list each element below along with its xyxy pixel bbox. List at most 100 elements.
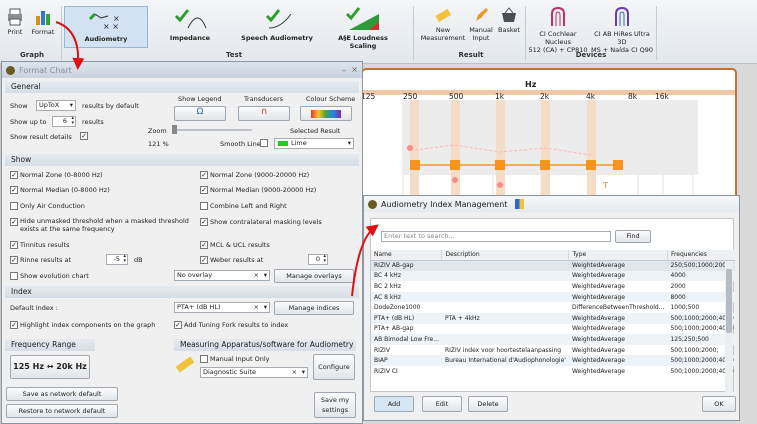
show-select[interactable]: UpToX ▾ (36, 100, 76, 111)
rinne-stepper[interactable]: -5 ▴ ▾ (106, 254, 128, 265)
weber-checkbox[interactable]: ✓ (200, 256, 208, 264)
weber-label: Weber results at (210, 256, 264, 264)
manage-overlays-button[interactable]: Manage overlays (274, 269, 354, 283)
edit-button[interactable]: Edit (422, 396, 462, 412)
only-air-conduction-checkbox[interactable] (10, 202, 18, 210)
hide-unmasked-checkbox[interactable]: ✓ (10, 218, 18, 226)
evolution-chart-checkbox[interactable] (10, 272, 18, 280)
frequency-range-button[interactable]: 125 Hz ↔ 20k Hz (10, 355, 90, 379)
index-panel: Enter text to search... Find Name Descri… (370, 218, 735, 392)
manage-indices-button[interactable]: Manage indices (274, 301, 354, 315)
add-tuning-label: Add Tuning Fork results to index (184, 321, 289, 329)
index-select[interactable]: PTA+ (dB HL) × ▾ (174, 302, 270, 313)
highlight-index-label: Highlight index components on the graph (20, 321, 156, 329)
results-default-label: results by default (82, 102, 139, 110)
save-network-default-button[interactable]: Save as network default (6, 387, 118, 401)
scrollbar-thumb[interactable] (726, 269, 732, 333)
smooth-lines-checkbox[interactable] (260, 139, 268, 147)
result-details-checkbox[interactable]: ✓ (80, 132, 88, 140)
zoom-slider-thumb[interactable] (172, 125, 177, 134)
tick-250: 250 (403, 92, 418, 101)
device-cochlear-button[interactable]: CI Cochlear Nucleus 512 (CA) + CP810 (528, 6, 588, 54)
ribbon-toolbar: Print Format Graph × × × Audiometry Imped… (0, 0, 757, 64)
loudness-scaling-label: A§E Loudness Scaling (338, 34, 388, 50)
evolution-chart-label: Show evolution chart (20, 272, 89, 280)
table-cell (442, 366, 569, 377)
table-row[interactable]: RIZIV CI WeightedAverage 500;1000;2000;400… (371, 366, 735, 377)
up-to-stepper[interactable]: 6 ▴ ▾ (52, 116, 76, 127)
stepper-arrows-icon: ▴ ▾ (123, 253, 126, 264)
section-frequency-range: Frequency Range (5, 339, 95, 351)
mcl-ucl-checkbox[interactable]: ✓ (200, 241, 208, 249)
app-logo-icon (368, 199, 377, 209)
speech-audiometry-button[interactable]: Speech Audiometry (232, 6, 322, 48)
format-label: Format (31, 28, 55, 36)
table-row[interactable]: PTA+ (dB HL) PTA + 4kHz WeightedAverage 500… (371, 312, 735, 324)
table-row[interactable]: AB Bimodal Low Fre... WeightedAverage 125;… (371, 334, 735, 345)
minimize-icon[interactable]: – (342, 66, 346, 75)
clear-icon: × (253, 303, 259, 311)
table-cell: PTA + 4kHz (441, 312, 569, 324)
format-window-title: Format Chart (19, 65, 72, 75)
print-button[interactable]: Print (4, 8, 26, 48)
save-my-settings-button[interactable]: Save my settings (314, 392, 356, 418)
table-row[interactable]: DodeZone1000 DifferenceBetweenThreshold..… (371, 302, 735, 313)
combine-left-right-checkbox[interactable] (200, 202, 208, 210)
table-row[interactable]: BIAP Bureau International d'Audiophonolog… (371, 355, 735, 366)
normal-median-0-8000-checkbox[interactable]: ✓ (10, 186, 18, 194)
colour-scheme-button[interactable] (300, 106, 352, 121)
table-row[interactable]: RIZIV RIZIV index voor hoortestelaanpassi… (371, 345, 735, 356)
overlay-select[interactable]: No overlay × ▾ (174, 270, 270, 281)
rinne-label: Rinne results at (20, 256, 72, 264)
format-button[interactable]: Format (30, 8, 56, 48)
audiometry-button[interactable]: × × × Audiometry (64, 6, 148, 48)
add-button[interactable]: Add (374, 396, 414, 412)
basket-button[interactable]: Basket (496, 6, 522, 48)
new-measurement-button[interactable]: New Measurement (420, 6, 466, 48)
table-cell (442, 302, 569, 313)
table-scrollbar[interactable] (725, 261, 733, 392)
table-cell (442, 324, 569, 335)
group-test-label: Test (225, 51, 243, 59)
selected-color-select[interactable]: Lime ▾ (274, 138, 354, 149)
manual-input-only-checkbox[interactable] (200, 355, 208, 363)
weber-stepper[interactable]: 0 ▴ ▾ (308, 254, 328, 265)
table-row[interactable]: AC 8 kHz WeightedAverage 8000 (371, 291, 735, 303)
zoom-label: Zoom (148, 127, 167, 135)
table-row[interactable]: RIZIV AB-gap WeightedAverage 250;500;1000;… (371, 260, 735, 271)
rinne-checkbox[interactable]: ✓ (10, 256, 18, 264)
index-search-input[interactable]: Enter text to search... (381, 231, 611, 242)
tick-125: 125 (361, 92, 376, 101)
normal-zone-9000-checkbox[interactable]: ✓ (200, 171, 208, 179)
speech-audiometry-label: Speech Audiometry (241, 34, 313, 42)
table-row[interactable]: BC 4 kHz WeightedAverage 4000 (371, 270, 735, 282)
table-row[interactable]: PTA+ AB-gap WeightedAverage 500;1000;2000;… (371, 324, 735, 335)
normal-zone-0-8000-checkbox[interactable]: ✓ (10, 171, 18, 179)
table-cell: WeightedAverage (571, 282, 625, 290)
contralateral-masking-checkbox[interactable]: ✓ (200, 218, 208, 226)
normal-median-9000-checkbox[interactable]: ✓ (200, 186, 208, 194)
hide-unmasked-label: Hide unmasked threshold when a masked th… (20, 217, 189, 233)
find-button[interactable]: Find (615, 230, 651, 243)
ok-button[interactable]: OK (702, 396, 736, 412)
diagnostic-select[interactable]: Diagnostic Suite × ▾ (200, 367, 308, 378)
manual-input-button[interactable]: Manual Input (466, 6, 496, 48)
configure-button[interactable]: Configure (313, 354, 355, 380)
show-legend-button[interactable]: Ω (174, 106, 226, 121)
delete-button[interactable]: Delete (468, 396, 508, 412)
close-icon[interactable]: × (351, 65, 358, 74)
tinnitus-checkbox[interactable]: ✓ (10, 241, 18, 249)
table-cell (441, 334, 569, 345)
bar-chart-icon (36, 11, 50, 25)
impedance-button[interactable]: Impedance (152, 6, 228, 48)
device-ab-button[interactable]: CI AB HiRes Ultra 3D MS + Naída CI Q90 (590, 6, 654, 54)
loudness-scaling-button[interactable]: A§E Loudness Scaling (324, 6, 402, 50)
zoom-slider-track[interactable] (172, 129, 252, 131)
transducers-button[interactable]: ∩ (238, 106, 290, 121)
restore-network-default-button[interactable]: Restore to network default (6, 404, 118, 418)
device-cochlear-line1: CI Cochlear Nucleus (539, 30, 577, 46)
tick-16k: 16k (655, 92, 669, 101)
add-tuning-checkbox[interactable]: ✓ (174, 321, 182, 329)
table-row[interactable]: BC 2 kHz WeightedAverage 2000 (371, 281, 735, 292)
highlight-index-checkbox[interactable]: ✓ (10, 321, 18, 329)
